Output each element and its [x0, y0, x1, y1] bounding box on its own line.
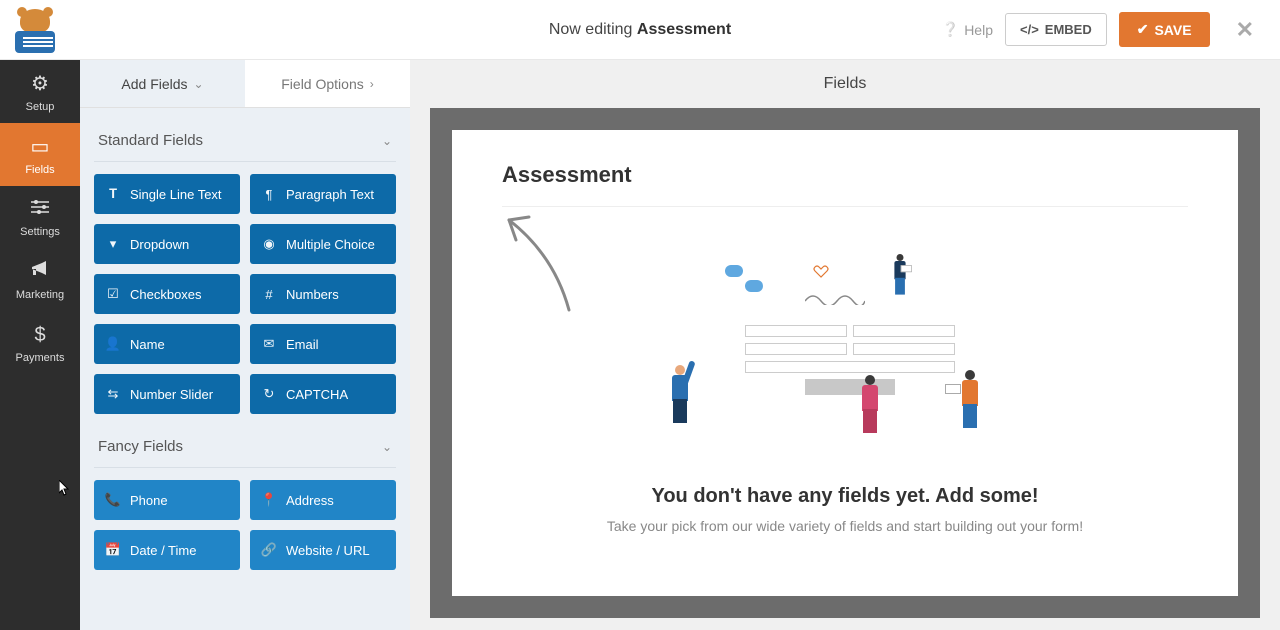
form-canvas[interactable]: Assessment — [452, 130, 1238, 596]
paragraph-icon: ¶ — [262, 187, 276, 202]
chevron-right-icon: › — [370, 77, 374, 91]
field-numbers[interactable]: #Numbers — [250, 274, 396, 314]
field-dropdown[interactable]: ▾Dropdown — [94, 224, 240, 264]
preview-header: Fields — [410, 60, 1280, 108]
fields-panel: Add Fields ⌄ Field Options › Standard Fi… — [80, 60, 410, 630]
field-website-url[interactable]: 🔗Website / URL — [250, 530, 396, 570]
calendar-icon: 📅 — [106, 542, 120, 558]
help-link[interactable]: ❔ Help — [942, 21, 993, 38]
field-multiple-choice[interactable]: ◉Multiple Choice — [250, 224, 396, 264]
form-title: Assessment — [502, 162, 1188, 188]
recaptcha-icon: ↻ — [262, 386, 276, 402]
nav-payments[interactable]: $ Payments — [0, 312, 80, 375]
empty-subtitle: Take your pick from our wide variety of … — [607, 518, 1083, 534]
map-marker-icon: 📍 — [262, 492, 276, 508]
group-standard-fields[interactable]: Standard Fields ⌄ — [94, 108, 396, 162]
nav-setup[interactable]: ⚙ Setup — [0, 60, 80, 123]
help-icon: ❔ — [942, 21, 959, 38]
check-icon: ✔ — [1137, 21, 1149, 38]
empty-state: You don't have any fields yet. Add some!… — [502, 227, 1188, 564]
left-nav: ⚙ Setup ▭ Fields Settings Marketing $ Pa… — [0, 60, 80, 630]
bullhorn-icon — [30, 260, 50, 284]
caret-square-icon: ▾ — [106, 236, 120, 252]
field-phone[interactable]: 📞Phone — [94, 480, 240, 520]
field-captcha[interactable]: ↻CAPTCHA — [250, 374, 396, 414]
field-date-time[interactable]: 📅Date / Time — [94, 530, 240, 570]
link-icon: 🔗 — [262, 542, 276, 558]
app-logo — [10, 5, 60, 55]
field-address[interactable]: 📍Address — [250, 480, 396, 520]
nav-settings[interactable]: Settings — [0, 186, 80, 249]
check-square-icon: ☑ — [106, 286, 120, 302]
user-icon: 👤 — [106, 336, 120, 352]
form-icon: ▭ — [31, 134, 50, 159]
field-paragraph-text[interactable]: ¶Paragraph Text — [250, 174, 396, 214]
embed-button[interactable]: </> EMBED — [1005, 13, 1107, 46]
tab-add-fields[interactable]: Add Fields ⌄ — [80, 60, 245, 107]
dot-circle-icon: ◉ — [262, 236, 276, 252]
divider — [502, 206, 1188, 207]
tab-field-options[interactable]: Field Options › — [245, 60, 410, 107]
chevron-down-icon: ⌄ — [382, 440, 392, 454]
close-button[interactable]: ✕ — [1230, 17, 1260, 43]
text-icon: 𝐓 — [106, 186, 120, 202]
dollar-icon: $ — [34, 324, 45, 347]
field-checkboxes[interactable]: ☑Checkboxes — [94, 274, 240, 314]
field-name[interactable]: 👤Name — [94, 324, 240, 364]
code-icon: </> — [1020, 22, 1039, 37]
gear-icon: ⚙ — [31, 71, 49, 96]
chevron-down-icon: ⌄ — [382, 134, 392, 148]
chevron-down-icon: ⌄ — [194, 77, 204, 91]
nav-marketing[interactable]: Marketing — [0, 249, 80, 312]
phone-icon: 📞 — [106, 492, 120, 508]
nav-fields[interactable]: ▭ Fields — [0, 123, 80, 186]
save-button[interactable]: ✔ SAVE — [1119, 12, 1210, 47]
group-fancy-fields[interactable]: Fancy Fields ⌄ — [94, 414, 396, 468]
field-number-slider[interactable]: ⇆Number Slider — [94, 374, 240, 414]
sliders-icon — [30, 198, 50, 221]
field-single-line-text[interactable]: 𝐓Single Line Text — [94, 174, 240, 214]
envelope-icon: ✉ — [262, 336, 276, 352]
editing-label: Now editing Assessment — [549, 21, 731, 39]
empty-title: You don't have any fields yet. Add some! — [651, 485, 1038, 508]
preview-area: Fields Assessment — [410, 60, 1280, 630]
top-bar: Now editing Assessment ❔ Help </> EMBED … — [0, 0, 1280, 60]
canvas-frame: Assessment — [430, 108, 1260, 618]
sliders-icon: ⇆ — [106, 386, 120, 402]
mouse-cursor-icon — [59, 480, 71, 496]
empty-illustration — [685, 245, 1005, 455]
field-email[interactable]: ✉Email — [250, 324, 396, 364]
hashtag-icon: # — [262, 287, 276, 302]
